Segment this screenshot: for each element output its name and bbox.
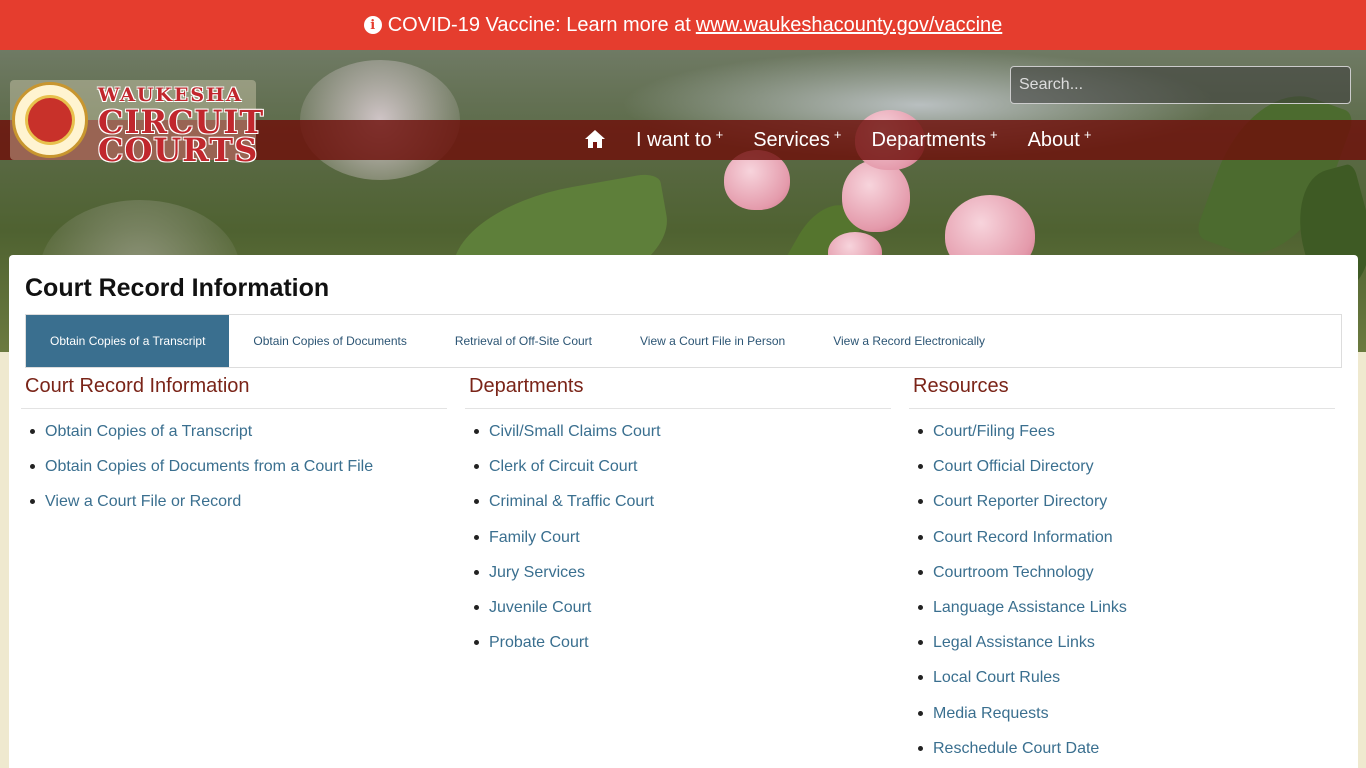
list-item[interactable]: Court/Filing Fees xyxy=(909,422,1335,457)
list-item[interactable]: Civil/Small Claims Court xyxy=(465,422,891,457)
list-item[interactable]: Clerk of Circuit Court xyxy=(465,457,891,492)
plus-icon: + xyxy=(990,126,998,142)
tab-view-record-electronically[interactable]: View a Record Electronically xyxy=(809,315,1009,367)
county-seal-icon xyxy=(12,82,88,158)
home-icon[interactable] xyxy=(584,130,606,150)
content-panel: Court Record Information Obtain Copies o… xyxy=(9,255,1358,768)
list-item[interactable]: Court Official Directory xyxy=(909,457,1335,492)
column-heading: Resources xyxy=(909,372,1335,409)
nav-departments[interactable]: Departments + xyxy=(872,126,998,152)
search-input[interactable] xyxy=(1010,66,1351,104)
vaccine-link[interactable]: www.waukeshacounty.gov/vaccine xyxy=(696,14,1002,37)
tab-retrieval-offsite[interactable]: Retrieval of Off-Site Court xyxy=(431,315,616,367)
link-list: Obtain Copies of a Transcript Obtain Cop… xyxy=(21,422,447,528)
column-court-record: Court Record Information Obtain Copies o… xyxy=(21,372,447,528)
nav-services[interactable]: Services + xyxy=(753,126,842,152)
list-item[interactable]: Juvenile Court xyxy=(465,598,891,633)
link-list: Court/Filing Fees Court Official Directo… xyxy=(909,422,1335,768)
list-item[interactable]: Court Reporter Directory xyxy=(909,492,1335,527)
list-item[interactable]: Language Assistance Links xyxy=(909,598,1335,633)
column-heading: Departments xyxy=(465,372,891,409)
nav-about[interactable]: About + xyxy=(1028,126,1092,152)
list-item[interactable]: Courtroom Technology xyxy=(909,563,1335,598)
tab-obtain-transcript[interactable]: Obtain Copies of a Transcript xyxy=(26,315,230,367)
list-item[interactable]: Obtain Copies of Documents from a Court … xyxy=(21,457,447,492)
logo-line3: COURTS xyxy=(98,131,259,169)
column-resources: Resources Court/Filing Fees Court Offici… xyxy=(909,372,1335,768)
list-item[interactable]: Probate Court xyxy=(465,633,891,668)
plus-icon: + xyxy=(715,126,724,142)
list-item[interactable]: Reschedule Court Date xyxy=(909,739,1335,768)
list-item[interactable]: Media Requests xyxy=(909,704,1335,739)
link-list: Civil/Small Claims Court Clerk of Circui… xyxy=(465,422,891,668)
page-title: Court Record Information xyxy=(25,274,330,302)
covid-alert-banner: i COVID-19 Vaccine: Learn more at www.wa… xyxy=(0,0,1366,50)
nav-i-want-to[interactable]: I want to + xyxy=(636,126,724,152)
list-item[interactable]: Legal Assistance Links xyxy=(909,633,1335,668)
list-item[interactable]: Criminal & Traffic Court xyxy=(465,492,891,527)
tab-obtain-documents[interactable]: Obtain Copies of Documents xyxy=(229,315,430,367)
list-item[interactable]: Obtain Copies of a Transcript xyxy=(21,422,447,457)
plus-icon: + xyxy=(833,126,842,142)
list-item[interactable]: Local Court Rules xyxy=(909,668,1335,703)
list-item[interactable]: View a Court File or Record xyxy=(21,492,447,527)
main-menu: I want to + Services + Departments + About + xyxy=(584,120,1121,160)
tab-view-file-in-person[interactable]: View a Court File in Person xyxy=(616,315,809,367)
plus-icon: + xyxy=(1083,126,1092,142)
list-item[interactable]: Family Court xyxy=(465,528,891,563)
tab-bar: Obtain Copies of a Transcript Obtain Cop… xyxy=(25,314,1342,368)
list-item[interactable]: Court Record Information xyxy=(909,528,1335,563)
site-logo[interactable]: WAUKESHA CIRCUIT COURTS xyxy=(10,80,263,166)
alert-text: COVID-19 Vaccine: Learn more at xyxy=(387,13,691,36)
column-departments: Departments Civil/Small Claims Court Cle… xyxy=(465,372,891,668)
info-icon: i xyxy=(363,16,382,34)
list-item[interactable]: Jury Services xyxy=(465,563,891,598)
column-heading: Court Record Information xyxy=(21,372,447,409)
